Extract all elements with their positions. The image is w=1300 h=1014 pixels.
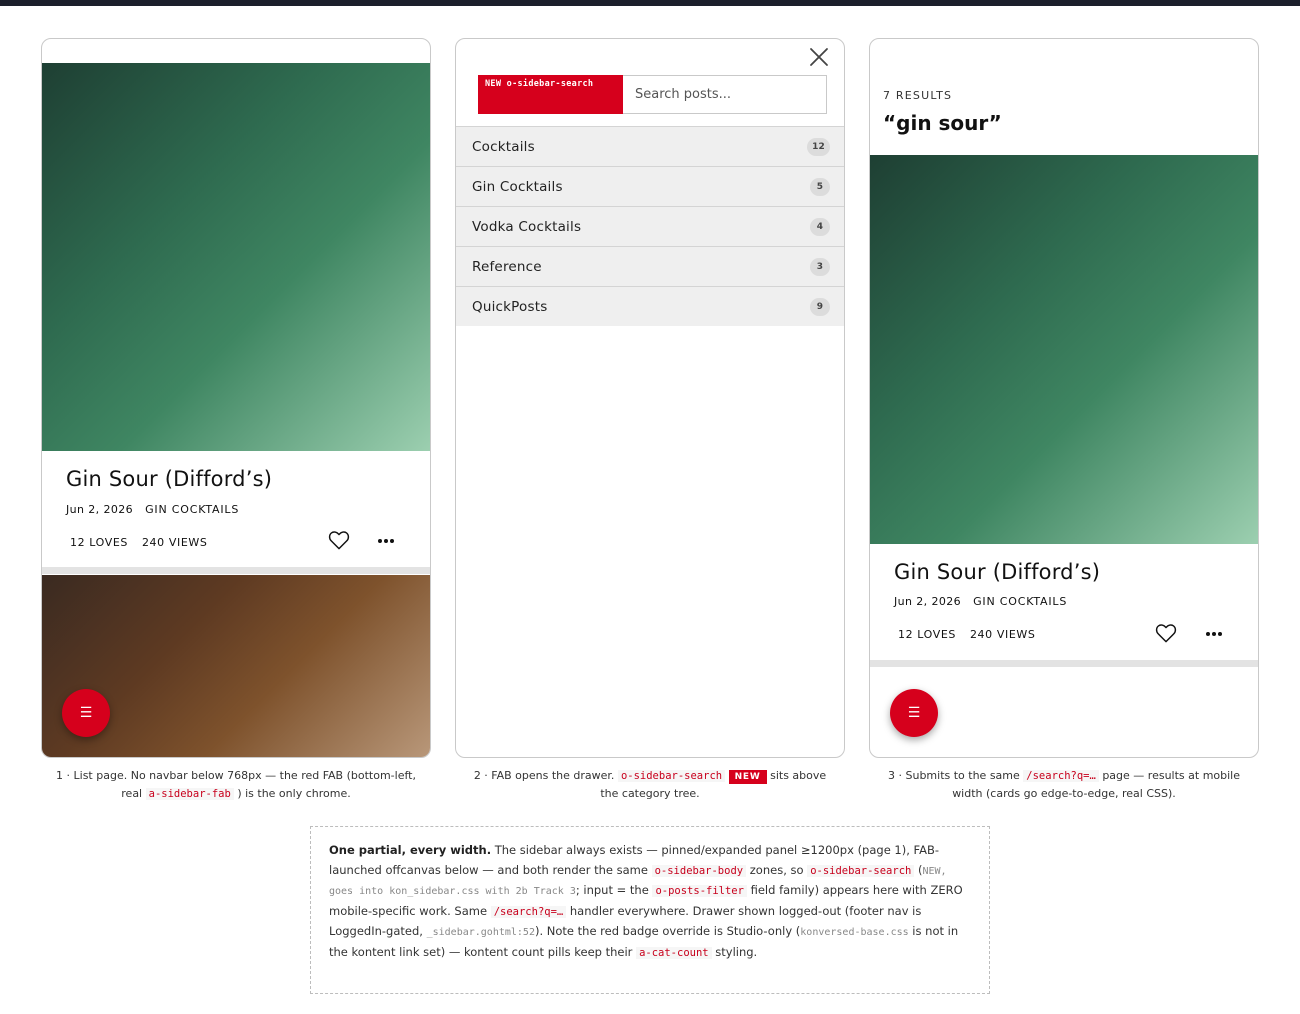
category-count: 5 xyxy=(810,177,830,196)
category-label: Gin Cocktails xyxy=(472,178,563,195)
sidebar-fab-button[interactable]: ☰ xyxy=(62,689,110,737)
caption-line: 3 · Submits to the same /search?q=… page… xyxy=(869,767,1259,785)
note-text: zones, so xyxy=(746,862,808,877)
heart-icon[interactable] xyxy=(328,530,350,550)
post-hero-image[interactable] xyxy=(870,155,1258,544)
caption-text: ) is the only chrome. xyxy=(237,787,351,800)
post-category[interactable]: GIN COCKTAILS xyxy=(973,595,1067,608)
caption-line: 1 · List page. No navbar below 768px — t… xyxy=(56,769,416,782)
category-label: Vodka Cocktails xyxy=(472,218,582,235)
note-text: ( xyxy=(914,862,923,877)
card-divider xyxy=(42,567,430,574)
code-snippet: /search?q=… xyxy=(1023,770,1099,782)
sidebar-search: NEW o-sidebar-search xyxy=(478,75,827,114)
caption-line: the category tree. xyxy=(600,787,700,800)
top-bar xyxy=(0,0,1300,6)
category-item-cocktails[interactable]: Cocktails 12 xyxy=(456,126,844,166)
post-stats: 12 LOVES 240 VIEWS xyxy=(70,536,207,549)
code-snippet: o-sidebar-search xyxy=(807,864,915,877)
caption-text: 2 · FAB opens the drawer. xyxy=(473,769,615,782)
category-count: 4 xyxy=(810,217,830,236)
caption-text: real xyxy=(121,787,143,800)
post-date: Jun 2, 2026 xyxy=(894,595,962,608)
category-item-gin-cocktails[interactable]: Gin Cocktails 5 xyxy=(456,166,844,206)
results-count: 7 RESULTS xyxy=(883,89,953,102)
note-text: styling. xyxy=(711,944,758,959)
post-title[interactable]: Gin Sour (Difford’s) xyxy=(894,560,1100,584)
category-tree: Cocktails 12 Gin Cocktails 5 Vodka Cockt… xyxy=(456,126,844,326)
code-snippet: o-sidebar-search xyxy=(617,770,726,782)
note-text: ; input = the xyxy=(575,883,653,898)
caption-line: real a-sidebar-fab ) is the only chrome. xyxy=(41,785,431,803)
loves-count: 12 LOVES xyxy=(70,536,128,549)
category-count: 12 xyxy=(807,137,830,156)
new-tag: NEW xyxy=(728,770,767,784)
phone-list-page: Gin Sour (Difford’s) Jun 2, 2026 GIN COCK… xyxy=(41,38,431,758)
phone-search-results: 7 RESULTS “gin sour” Gin Sour (Difford’s… xyxy=(869,38,1259,758)
code-snippet: a-cat-count xyxy=(636,946,712,959)
caption-3: 3 · Submits to the same /search?q=… page… xyxy=(869,767,1259,803)
code-comment: konversed-base.css xyxy=(800,927,909,939)
sidebar-fab-button[interactable]: ☰ xyxy=(890,689,938,737)
note-text: ). Note the red badge override is Studio… xyxy=(534,924,801,939)
heart-icon[interactable] xyxy=(1155,623,1177,643)
views-count: 240 VIEWS xyxy=(969,628,1036,641)
caption-text: page — results at mobile xyxy=(1102,769,1240,782)
caption-1: 1 · List page. No navbar below 768px — t… xyxy=(41,767,431,803)
code-snippet: o-posts-filter xyxy=(652,885,747,898)
category-item-reference[interactable]: Reference 3 xyxy=(456,246,844,286)
menu-icon: ☰ xyxy=(79,705,93,721)
close-icon[interactable] xyxy=(808,46,830,68)
results-query: “gin sour” xyxy=(883,111,1002,135)
category-label: QuickPosts xyxy=(472,298,548,315)
note-lead: One partial, every width. xyxy=(329,843,492,857)
category-count: 9 xyxy=(810,297,830,316)
post-meta: Jun 2, 2026 GIN COCKTAILS xyxy=(66,503,239,516)
code-snippet: /search?q=… xyxy=(490,905,567,918)
loves-count: 12 LOVES xyxy=(898,628,956,641)
post-stats: 12 LOVES 240 VIEWS xyxy=(898,628,1035,641)
category-item-vodka-cocktails[interactable]: Vodka Cocktails 4 xyxy=(456,206,844,246)
phone-drawer: NEW o-sidebar-search Cocktails 12 Gin Co… xyxy=(455,38,845,758)
caption-line: width (cards go edge-to-edge, real CSS). xyxy=(952,787,1176,800)
more-options-icon[interactable] xyxy=(377,538,395,544)
caption-text: 3 · Submits to the same xyxy=(888,769,1020,782)
post-date: Jun 2, 2026 xyxy=(66,503,134,516)
views-count: 240 VIEWS xyxy=(141,536,208,549)
menu-icon: ☰ xyxy=(907,705,921,721)
search-input[interactable] xyxy=(623,75,827,114)
post-meta: Jun 2, 2026 GIN COCKTAILS xyxy=(894,595,1067,608)
more-options-icon[interactable] xyxy=(1205,631,1223,637)
code-snippet: a-sidebar-fab xyxy=(145,788,234,800)
new-badge: NEW o-sidebar-search xyxy=(478,75,623,114)
category-count: 3 xyxy=(810,257,830,276)
post-category[interactable]: GIN COCKTAILS xyxy=(145,503,239,516)
category-label: Cocktails xyxy=(472,138,535,155)
explanation-note: One partial, every width. The sidebar al… xyxy=(310,826,990,994)
caption-2: 2 · FAB opens the drawer. o-sidebar-sear… xyxy=(455,767,845,803)
post-hero-image[interactable] xyxy=(42,63,430,451)
category-item-quickposts[interactable]: QuickPosts 9 xyxy=(456,286,844,326)
code-comment: _sidebar.gohtml:52 xyxy=(426,927,535,939)
code-snippet: o-sidebar-body xyxy=(651,864,747,877)
caption-line: 2 · FAB opens the drawer. o-sidebar-sear… xyxy=(455,767,845,785)
post-title[interactable]: Gin Sour (Difford’s) xyxy=(66,467,272,491)
caption-text: sits above xyxy=(770,769,827,782)
card-divider xyxy=(870,660,1258,667)
category-label: Reference xyxy=(472,258,542,275)
